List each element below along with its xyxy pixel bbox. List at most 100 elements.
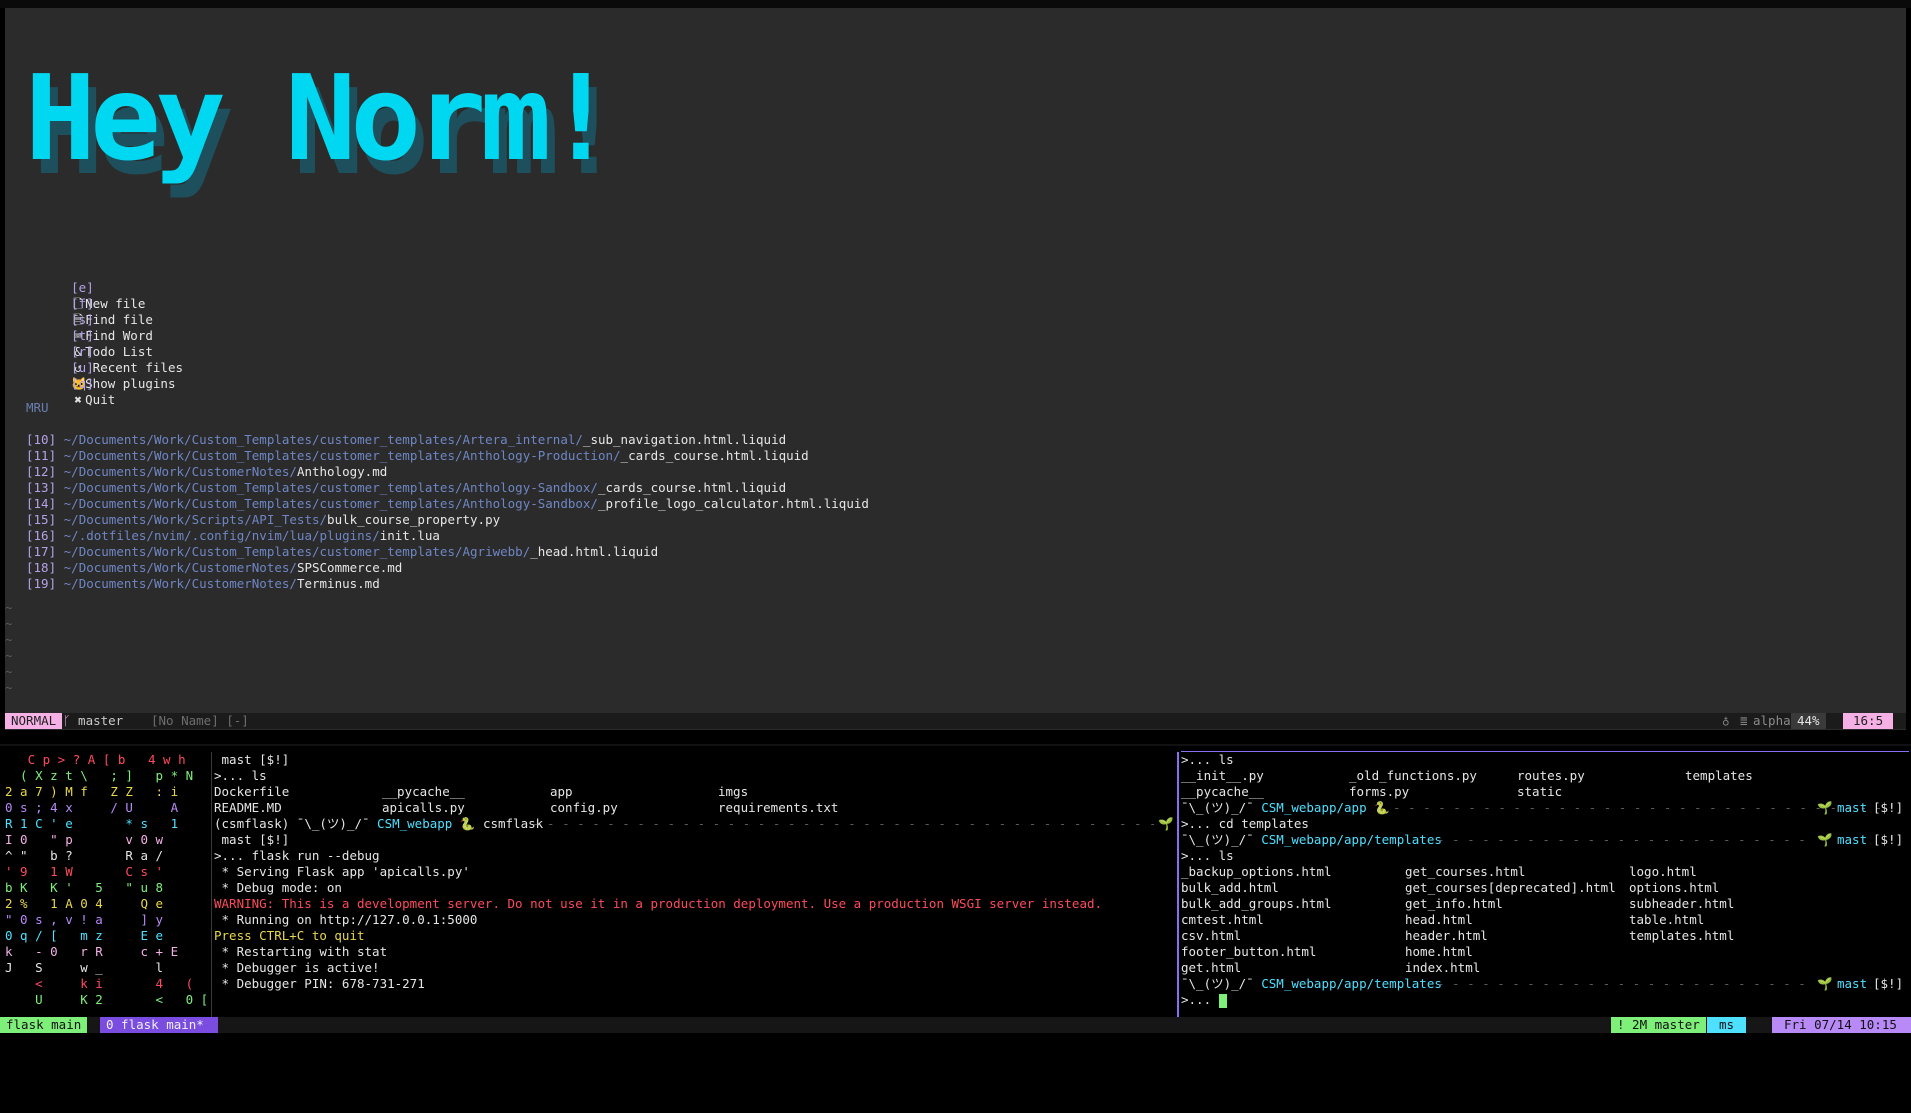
prompt-filler: - - - - - - - - - - - - - - - - - - - - … [532,816,1154,831]
command-line: >... cd templates [1181,816,1309,831]
matrix-row: ' 9 1 W C s ' [5,864,164,879]
python-icon: 🐍 [1374,800,1390,815]
output-line: * Debugger is active! [214,960,380,975]
active-prompt[interactable]: >... [1181,992,1909,1008]
mru-index: [16] [26,528,57,543]
template-file: index.html [1405,960,1481,975]
ls-entry: apicalls.py [382,800,465,815]
python-icon: 🐍 [459,816,476,831]
current-dir: CSM_webapp/app/templates [1261,976,1442,991]
matrix-row: 2 % 1 A 0 4 Q e [5,896,164,911]
matrix-rain-pane[interactable]: C p > ? A [ b 4 w h ( X z t \ ; ] p * N2… [0,752,210,1018]
current-dir: CSM_webapp [377,816,453,831]
item-label: Recent files [85,360,183,375]
ls-entry: static [1517,784,1563,799]
git-branch: mast [1837,976,1868,991]
item-label: Find Word [85,328,153,343]
dashboard-banner: Hey Norm! Hey Norm! [25,48,685,248]
empty-line-markers: ~ ~ ~ ~ ~ ~ [5,600,13,695]
template-file: templates.html [1629,928,1735,943]
shortcut-key: [u] [71,360,94,375]
templates-listing: _backup_options.html get_courses.html logo… [1181,864,1909,976]
mru-index: [12] [26,464,57,479]
venv-name: (csmflask) [214,816,290,831]
template-file: cmtest.html [1181,912,1264,927]
command-line: >... ls [1181,752,1234,767]
matrix-row: J S w _ l [5,960,164,975]
mru-item[interactable]: [16] ~/.dotfiles/nvim/.config/nvim/lua/p… [26,528,869,544]
ls-entry: imgs [718,784,749,799]
output-line: * Restarting with stat [214,944,388,959]
item-label: Todo List [85,344,153,359]
matrix-row: ( X z t \ ; ] p * N [5,768,194,783]
mru-item[interactable]: [12] ~/Documents/Work/CustomerNotes/Anth… [26,464,869,480]
ls-output-row: footer_button.html home.html [1181,944,1909,960]
prompt-filler: - - - - - - - - - - - - - - - - - - - - … [1393,800,1883,815]
mru-item[interactable]: [11] ~/Documents/Work/Custom_Templates/c… [26,448,869,464]
shortcut-key: [e] [71,280,94,295]
ls-entry: _old_functions.py [1349,768,1477,783]
mru-directory: ~/Documents/Work/Custom_Templates/custom… [63,448,621,463]
shrug: ¯\_(ツ)_/¯ [1181,800,1254,815]
ls-entry: Dockerfile [214,784,290,799]
nvim-statusline: NORMAL ᚴ master [No Name] [-] ♁ ≣ alpha … [5,713,1906,729]
shortcut-key: [f] [71,296,94,311]
banner-title: Hey Norm! [25,49,616,187]
shrug: ¯\_(ツ)_/¯ [1181,976,1254,991]
current-dir: CSM_webapp/app/templates [1261,832,1442,847]
matrix-row: b K K ' 5 " u 8 [5,880,164,895]
dashboard-item-new-file[interactable]: [e] 🗋 New file [26,264,183,311]
current-dir: CSM_webapp/app [1261,800,1367,815]
mru-filename: bulk_course_property.py [327,512,501,527]
output-line: * Running on http://127.0.0.1:5000 [214,912,478,927]
prompt-line: mast [$!] [214,832,1174,848]
flask-server-pane[interactable]: mast [$!] >... ls Dockerfile __pycache__ a… [214,752,1174,1018]
tmux-statusbar: flask main 0 flask main* ! 2M master ms … [0,1017,1911,1033]
prompt-path-line: (csmflask) ¯\_(ツ)_/¯ CSM_webapp 🐍 csmfla… [214,816,1174,832]
mru-directory: ~/Documents/Work/CustomerNotes/ [63,576,297,591]
mru-index: [19] [26,576,57,591]
git-branch: mast [1837,832,1868,847]
mru-filename: _sub_navigation.html.liquid [582,432,787,447]
prompt-path-line: ¯\_(ツ)_/¯ CSM_webapp/app/templates - - - … [1181,832,1909,848]
template-file: get_courses.html [1405,864,1526,879]
tmux-session[interactable]: flask main [0,1017,88,1033]
ls-output-row: bulk_add_groups.html get_info.html subhead… [1181,896,1909,912]
item-label: New file [85,296,146,311]
mru-item[interactable]: [17] ~/Documents/Work/Custom_Templates/c… [26,544,869,560]
item-label: Find file [85,312,153,327]
command-line: >... ls [1181,848,1234,863]
leaf-icon: 🌱 [1158,816,1174,831]
mru-item[interactable]: [18] ~/Documents/Work/CustomerNotes/SPSC… [26,560,869,576]
git-prompt: mast [$!] [214,832,290,847]
matrix-row: I 0 " p v 0 w [5,832,164,847]
mru-item[interactable]: [10] ~/Documents/Work/Custom_Templates/c… [26,432,869,448]
mru-index: [18] [26,560,57,575]
template-file: _backup_options.html [1181,864,1332,879]
mru-directory: ~/Documents/Work/CustomerNotes/ [63,560,297,575]
git-branch: ᚴ master [63,713,123,729]
mru-item[interactable]: [15] ~/Documents/Work/Scripts/API_Tests/… [26,512,869,528]
dashboard-menu: [e] 🗋 New file [f] 🗎 Find file [s] ⌨ Find W… [26,264,183,407]
tmux-window-tab[interactable]: 0 flask main* [100,1017,218,1033]
mru-item[interactable]: [14] ~/Documents/Work/Custom_Templates/c… [26,496,869,512]
shortcut-key: [t] [71,328,94,343]
mru-directory: ~/Documents/Work/Scripts/API_Tests/ [63,512,328,527]
matrix-row: 2 a 7 ) M f Z Z : i [5,784,179,799]
lsp-icon: ♁ [1722,713,1730,728]
mru-item[interactable]: [19] ~/Documents/Work/CustomerNotes/Term… [26,576,869,592]
buffer-name: [No Name] [-] [151,713,249,728]
pane-separator [0,744,1911,746]
tmux-datetime: Fri 07/14 10:15 [1772,1017,1911,1033]
mru-list: [10] ~/Documents/Work/Custom_Templates/c… [26,432,869,592]
filetype-icon: ≣ [1740,713,1748,728]
git-status: [$!] [1873,832,1904,847]
git-prompt: mast [$!] [214,752,290,767]
prompt-path-line: ¯\_(ツ)_/¯ CSM_webapp/app 🐍 - - - - - - - … [1181,800,1909,816]
matrix-row: U K 2 < 0 [ [5,992,209,1007]
shell-pane[interactable]: >... ls __init__.py _old_functions.py rout… [1181,752,1909,1018]
ls-output-row: get.html index.html [1181,960,1909,976]
neovim-editor[interactable]: Hey Norm! Hey Norm! [e] 🗋 New file [f] 🗎 F… [5,8,1906,730]
mru-item[interactable]: [13] ~/Documents/Work/Custom_Templates/c… [26,480,869,496]
template-file: csv.html [1181,928,1242,943]
